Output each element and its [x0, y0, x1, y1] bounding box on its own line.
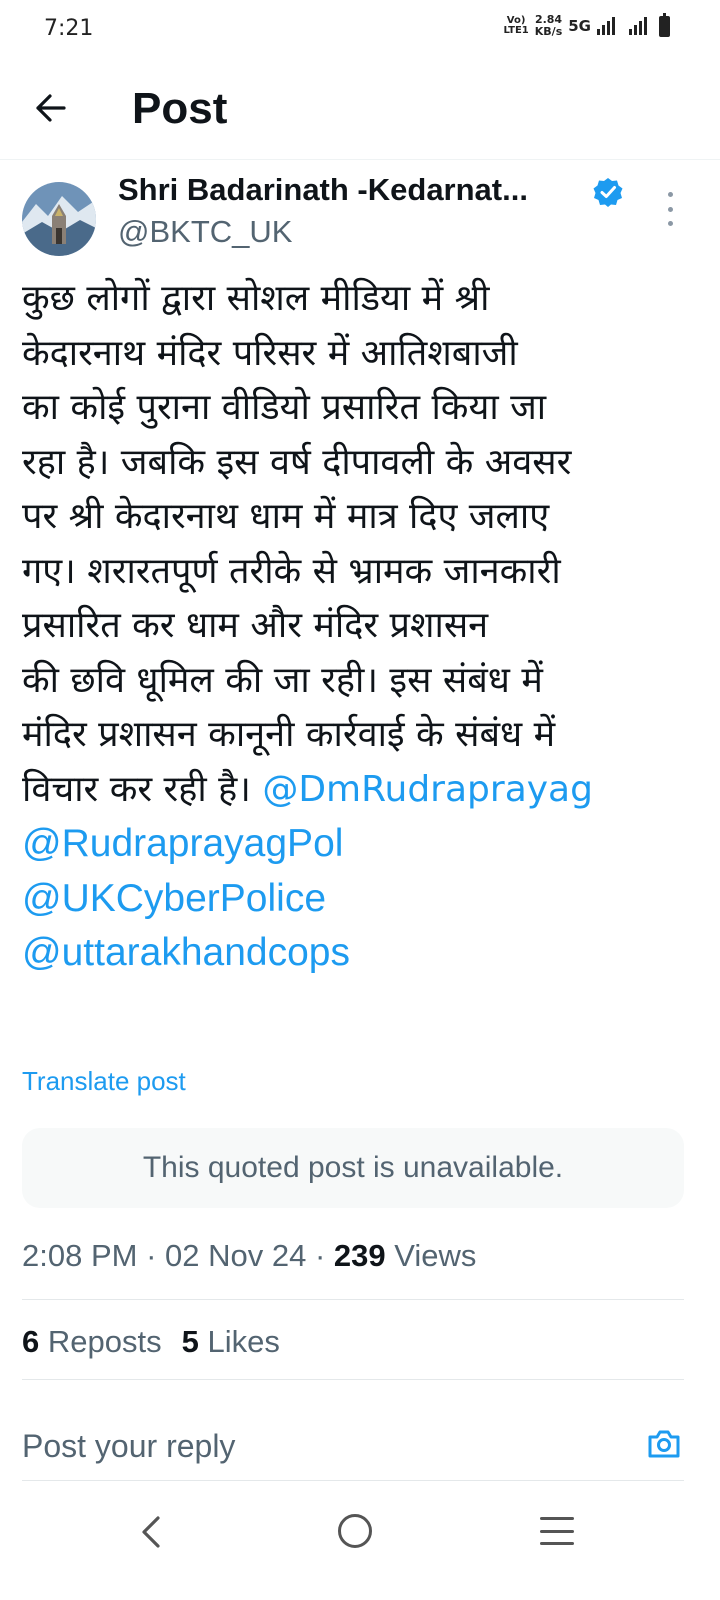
- post-text: कुछ लोगों द्वारा सोशल मीडिया में श्री के…: [22, 272, 692, 981]
- views-count: 239: [333, 1238, 386, 1273]
- reposts-link[interactable]: 6 Reposts: [22, 1324, 162, 1359]
- reply-input[interactable]: Post your reply: [22, 1428, 235, 1465]
- status-bar: 7:21 Vo) LTE1 2.84 KB/s 5G: [0, 0, 720, 60]
- network-speed: 2.84 KB/s: [535, 14, 562, 38]
- mention-link[interactable]: @DmRudraprayag: [262, 769, 593, 810]
- post-text-fragment: विचार कर रही है।: [22, 768, 263, 810]
- reply-bar[interactable]: Post your reply: [22, 1410, 684, 1480]
- signal-icon: [629, 17, 647, 35]
- likes-label: Likes: [198, 1324, 280, 1359]
- post-time: 2:08 PM: [22, 1238, 138, 1273]
- verified-badge-icon: [593, 178, 623, 207]
- translate-post-link[interactable]: Translate post: [22, 1066, 186, 1097]
- battery-icon: [659, 12, 670, 37]
- signal-icon: [597, 17, 615, 35]
- divider: [22, 1379, 684, 1380]
- back-button[interactable]: [30, 86, 74, 130]
- post-text-line: प्रसारित कर धाम और मंदिर प्रशासन: [22, 605, 489, 646]
- network-type: 5G: [568, 17, 591, 35]
- nav-recents-icon[interactable]: [540, 1517, 574, 1545]
- post-text-line: मंदिर प्रशासन कानूनी कार्रवाई के संबंध म…: [22, 714, 556, 755]
- more-options-button[interactable]: [660, 192, 680, 226]
- post-stats: 6 Reposts 5 Likes: [22, 1324, 280, 1360]
- header: Post: [0, 60, 720, 160]
- post-text-line: की छवि धूमिल की जा रही। इस संबंध में: [22, 659, 543, 701]
- nav-back-icon[interactable]: [134, 1512, 166, 1552]
- mention-link[interactable]: @uttarakhandcops: [22, 926, 692, 981]
- avatar[interactable]: [22, 182, 96, 256]
- status-icons: Vo) LTE1 2.84 KB/s 5G: [503, 12, 670, 38]
- divider: [22, 1299, 684, 1300]
- arrow-left-icon: [36, 94, 66, 122]
- post-text-line: गए। शरारतपूर्ण तरीके से भ्रामक जानकारी: [22, 550, 561, 592]
- volte-icon: Vo) LTE1: [503, 15, 529, 36]
- system-nav-bar: [0, 1490, 720, 1600]
- post-date: 02 Nov 24: [165, 1238, 307, 1273]
- post-text-line: रहा है। जबकि इस वर्ष दीपावली के अवसर: [22, 441, 572, 483]
- post-text-line: केदारनाथ मंदिर परिसर में आतिशबाजी: [22, 332, 518, 374]
- views-label: Views: [385, 1238, 477, 1273]
- mention-link[interactable]: @UKCyberPolice: [22, 872, 692, 927]
- divider: [22, 1480, 684, 1481]
- more-vertical-icon: [667, 192, 673, 197]
- reposts-label: Reposts: [39, 1324, 162, 1359]
- temple-avatar-image: [22, 182, 96, 256]
- reposts-count: 6: [22, 1324, 40, 1359]
- likes-count: 5: [181, 1324, 199, 1359]
- post-text-line: पर श्री केदारनाथ धाम में मात्र दिए जलाए: [22, 496, 550, 537]
- nav-home-icon[interactable]: [338, 1514, 372, 1548]
- likes-link[interactable]: 5 Likes: [182, 1324, 280, 1359]
- speed-unit: KB/s: [534, 25, 563, 38]
- author-handle[interactable]: @BKTC_UK: [118, 214, 292, 250]
- status-time: 7:21: [44, 16, 94, 41]
- quoted-post-unavailable: This quoted post is unavailable.: [22, 1128, 684, 1208]
- camera-icon[interactable]: [646, 1426, 682, 1462]
- post-text-line: कुछ लोगों द्वारा सोशल मीडिया में श्री: [22, 278, 490, 319]
- post-text-line: विचार कर रही है। @DmRudraprayag: [22, 763, 692, 818]
- author-name[interactable]: Shri Badarinath -Kedarnat...: [118, 172, 528, 208]
- page-title: Post: [132, 84, 228, 133]
- quoted-post-text: This quoted post is unavailable.: [142, 1151, 564, 1184]
- post-text-line: का कोई पुराना वीडियो प्रसारित किया जा: [22, 387, 547, 428]
- mention-link[interactable]: @RudraprayagPol: [22, 817, 692, 872]
- post-meta: 2:08 PM · 02 Nov 24 · 239 Views: [22, 1238, 477, 1273]
